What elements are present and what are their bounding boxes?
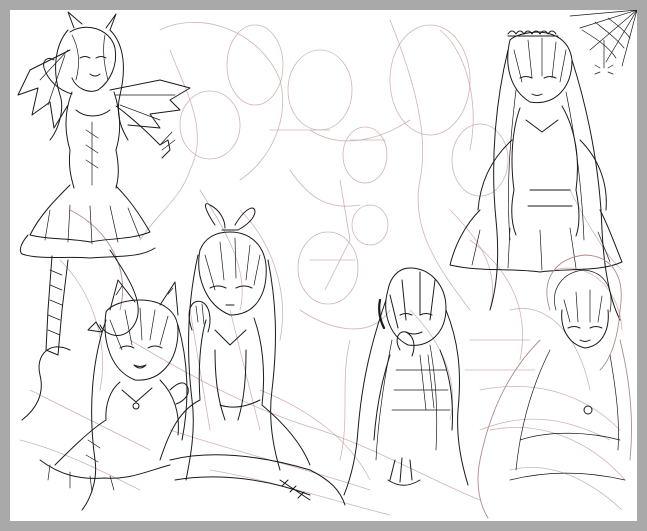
spider-on-web — [569, 10, 637, 75]
drawing-canvas — [10, 10, 637, 521]
figure-hooded-girl — [477, 254, 632, 519]
figure-ribbon-bow-girl — [159, 203, 346, 506]
figure-cat-eared-girl — [21, 279, 189, 511]
figure-long-haired-girl — [343, 267, 469, 496]
rough-sketch-layer — [19, 19, 626, 516]
image-frame — [0, 0, 647, 531]
figure-winged-demon-girl — [17, 11, 191, 356]
red-marker-dot — [13, 456, 23, 466]
sketch-artwork — [13, 10, 637, 519]
figure-maid-headband-girl — [449, 30, 623, 321]
